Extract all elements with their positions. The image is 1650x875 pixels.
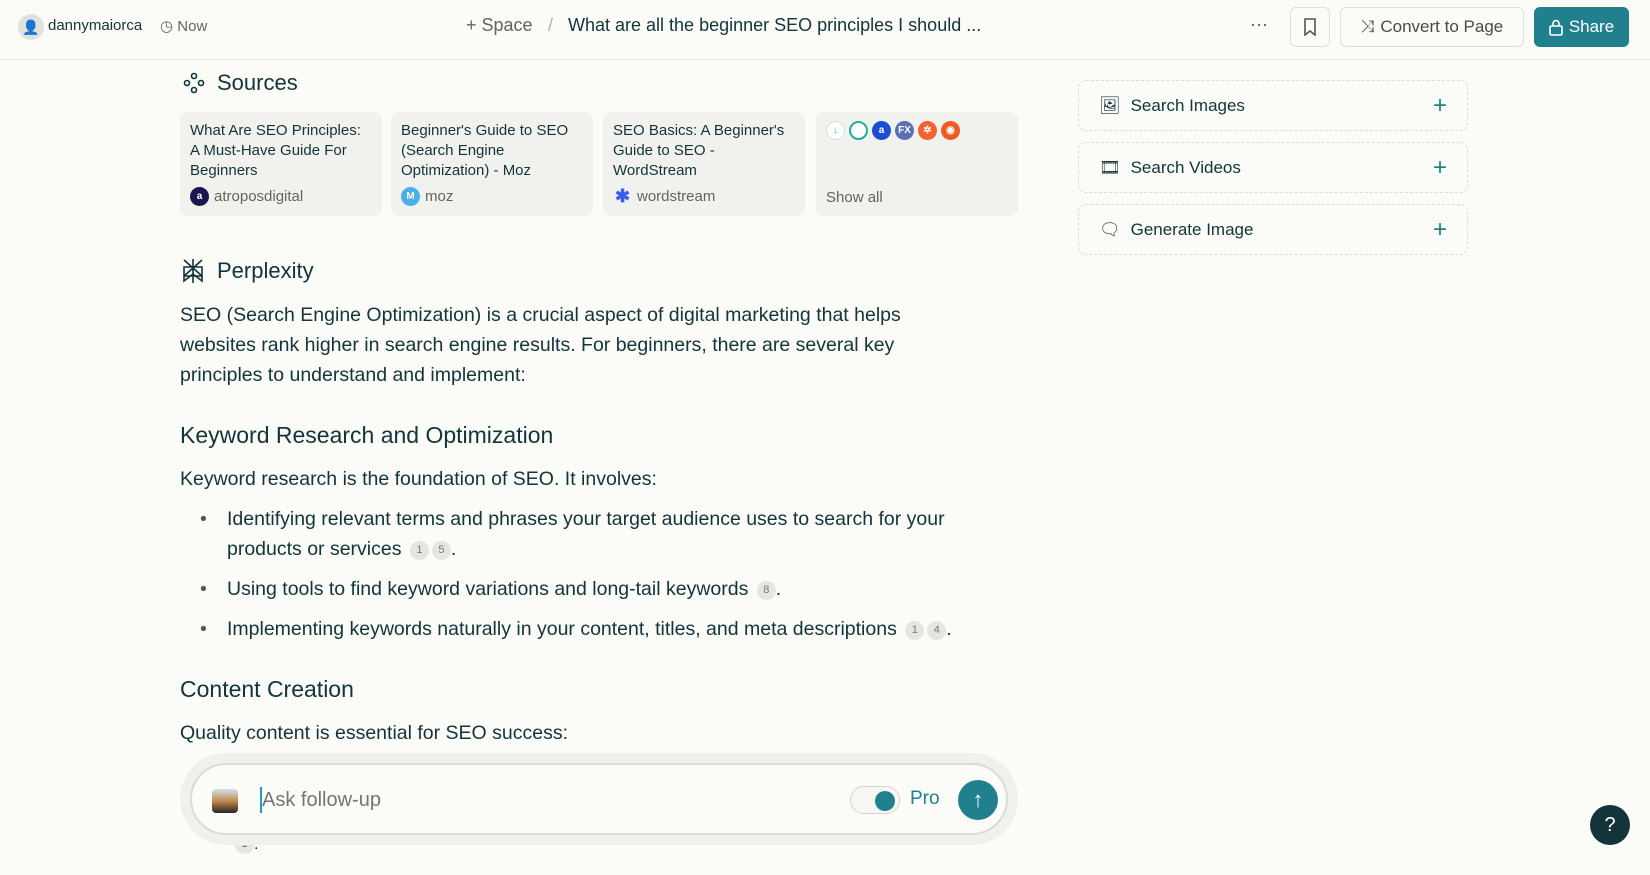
section-heading: Keyword Research and Optimization xyxy=(180,422,554,448)
citation-badge[interactable]: 8 xyxy=(756,581,776,600)
source-title: SEO Basics: A Beginner's Guide to SEO - … xyxy=(613,122,785,179)
source-favicon-icon xyxy=(849,121,868,140)
paragraph: Keyword research is the foundation of SE… xyxy=(180,468,657,490)
submit-button[interactable]: ↑ xyxy=(958,780,998,820)
list-item-text: Implementing keywords naturally in your … xyxy=(227,618,897,640)
source-site: atroposdigital xyxy=(214,188,304,205)
search-images-label: Search Images xyxy=(1130,95,1245,115)
attachment-thumbnail-icon[interactable] xyxy=(212,789,238,813)
list-item-text: Using tools to find keyword variations a… xyxy=(227,578,749,600)
generate-image-button[interactable]: 🗨 Generate Image + xyxy=(1078,204,1468,255)
top-bar: 👤 dannymaiorca ◷ Now + Space / What are … xyxy=(0,0,1650,60)
source-favicon-icon: a xyxy=(872,121,891,140)
generate-image-icon: 🗨 xyxy=(1099,219,1121,239)
perplexity-logo-icon xyxy=(183,259,203,283)
citation-badge[interactable]: 1 xyxy=(409,541,429,560)
paragraph: Quality content is essential for SEO suc… xyxy=(180,722,569,744)
convert-label: Convert to Page xyxy=(1380,17,1504,36)
share-button[interactable]: Share xyxy=(1534,7,1629,47)
source-card[interactable]: What Are SEO Principles: A Must-Have Gui… xyxy=(180,112,382,216)
plus-icon: + xyxy=(1432,91,1447,119)
list-item: Implementing keywords naturally in your … xyxy=(200,614,1020,644)
source-title: Beginner's Guide to SEO (Search Engine O… xyxy=(401,122,569,179)
convert-to-page-button[interactable]: ⤨ Convert to Page xyxy=(1340,7,1524,47)
sources-icon xyxy=(183,72,205,94)
clock-icon: ◷ xyxy=(160,18,178,35)
follow-up-input-box[interactable]: Pro ↑ xyxy=(190,763,1008,835)
sources-title: Sources xyxy=(217,70,298,95)
plus-icon: + xyxy=(1432,153,1447,181)
show-all-label: Show all xyxy=(826,189,883,206)
list-item: Identifying relevant terms and phrases y… xyxy=(200,504,1020,564)
moz-favicon-icon: M xyxy=(401,187,420,206)
thread-title[interactable]: What are all the beginner SEO principles… xyxy=(568,15,981,36)
lock-icon xyxy=(1549,19,1563,36)
timestamp: ◷ Now xyxy=(160,17,207,35)
answer-intro: SEO (Search Engine Optimization) is a cr… xyxy=(180,304,901,386)
source-title: What Are SEO Principles: A Must-Have Gui… xyxy=(190,122,361,179)
timestamp-text: Now xyxy=(177,18,208,35)
hubspot-favicon-icon: ✲ xyxy=(918,121,937,140)
pro-toggle[interactable] xyxy=(850,786,900,814)
arrow-up-icon: ↑ xyxy=(972,787,984,812)
plus-icon: + xyxy=(1432,215,1447,243)
username[interactable]: dannymaiorca xyxy=(48,17,142,34)
film-icon: 🎞 xyxy=(1099,157,1121,177)
source-favicon-icon: FX xyxy=(895,121,914,140)
list-item-text: Identifying relevant terms and phrases y… xyxy=(227,508,945,560)
toggle-knob xyxy=(875,791,895,811)
pro-label[interactable]: Pro xyxy=(910,788,940,810)
section-heading: Content Creation xyxy=(180,676,354,702)
space-button[interactable]: + Space xyxy=(466,15,533,36)
search-videos-button[interactable]: 🎞 Search Videos + xyxy=(1078,142,1468,193)
share-label: Share xyxy=(1568,17,1615,36)
breadcrumb-separator: / xyxy=(548,15,554,35)
answer-source-title: Perplexity xyxy=(217,258,314,283)
semrush-favicon-icon: ◉ xyxy=(941,121,960,140)
bookmark-icon xyxy=(1304,18,1316,36)
more-options-icon[interactable]: ··· xyxy=(1250,14,1268,35)
list-item: Using tools to find keyword variations a… xyxy=(200,574,1020,604)
follow-up-input[interactable] xyxy=(262,783,762,817)
image-icon: 🖼 xyxy=(1099,95,1121,115)
citation-badge[interactable]: 5 xyxy=(431,541,451,560)
search-images-button[interactable]: 🖼 Search Images + xyxy=(1078,80,1468,131)
source-site: moz xyxy=(425,188,454,205)
sources-heading: Sources xyxy=(183,70,298,96)
atroposdigital-favicon-icon: a xyxy=(190,187,209,206)
user-avatar-icon[interactable]: 👤 xyxy=(18,14,44,40)
plus-icon: + xyxy=(466,15,482,35)
bookmark-button[interactable] xyxy=(1290,7,1330,47)
show-all-sources-card[interactable]: ↓ a FX ✲ ◉ Show all xyxy=(816,112,1018,216)
answer-heading: Perplexity xyxy=(181,257,314,285)
citation-badge[interactable]: 1 xyxy=(905,621,925,640)
source-card[interactable]: Beginner's Guide to SEO (Search Engine O… xyxy=(391,112,593,216)
space-label: Space xyxy=(481,15,533,35)
help-button[interactable]: ? xyxy=(1590,805,1630,845)
generate-image-label: Generate Image xyxy=(1130,219,1254,239)
source-card[interactable]: SEO Basics: A Beginner's Guide to SEO - … xyxy=(603,112,805,216)
shuffle-icon: ⤨ xyxy=(1360,17,1375,36)
source-favicon-icon: ↓ xyxy=(826,121,845,140)
citation-badge[interactable]: 4 xyxy=(927,621,947,640)
search-videos-label: Search Videos xyxy=(1130,157,1241,177)
source-site: wordstream xyxy=(637,188,716,205)
wordstream-favicon-icon: ✱ xyxy=(614,186,631,206)
